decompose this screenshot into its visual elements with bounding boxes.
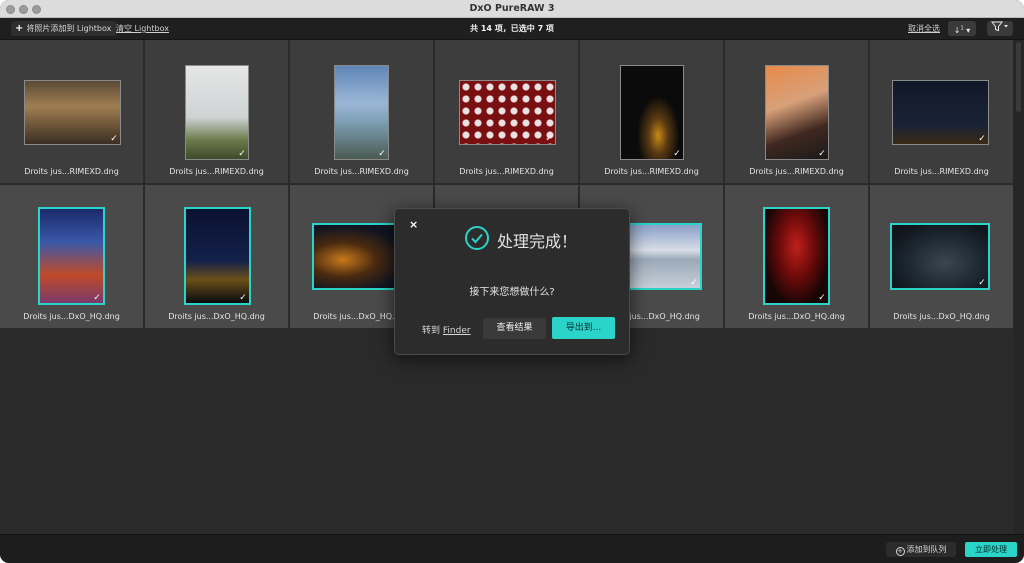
view-results-button[interactable]: 查看结果 bbox=[483, 318, 546, 339]
finder-label: Finder bbox=[442, 326, 471, 336]
file-name: Droits jus...DxO_HQ.dng bbox=[168, 312, 265, 321]
check-icon: ✓ bbox=[110, 134, 118, 144]
filter-icon bbox=[990, 21, 1009, 34]
file-name: Droits jus...RIMEXD.dng bbox=[894, 167, 989, 176]
deselect-all-link[interactable]: 取消全选 bbox=[908, 21, 940, 36]
add-to-queue-button[interactable]: + 添加到队列 bbox=[886, 542, 956, 557]
processing-complete-dialog: × 处理完成！ 接下来您想做什么? 转到 Finder 查看结果 导出到... bbox=[394, 208, 630, 355]
photo-thumbnail: ✓ bbox=[184, 207, 251, 305]
export-to-button[interactable]: 导出到... bbox=[552, 317, 615, 339]
photo-thumbnail: ✓ bbox=[763, 207, 830, 305]
file-name: Droits jus...DxO_HQ.dng bbox=[893, 312, 990, 321]
photo-thumbnail: ✓ bbox=[24, 80, 121, 145]
photo-thumbnail: ✓ bbox=[892, 80, 989, 145]
check-icon: ✓ bbox=[378, 149, 386, 159]
thumbnail-cell[interactable]: ✓ Droits jus...RIMEXD.dng bbox=[435, 40, 579, 184]
app-window: DxO PureRAW 3 + 将照片添加到 Lightbox 清空 Lightb… bbox=[0, 0, 1024, 563]
dialog-title: 处理完成！ bbox=[497, 232, 578, 251]
close-icon[interactable]: × bbox=[409, 218, 418, 231]
photo-thumbnail: ✓ bbox=[334, 65, 389, 160]
photo-thumbnail: ✓ bbox=[185, 65, 249, 160]
plus-circle-icon: + bbox=[895, 547, 905, 556]
add-to-queue-label: 添加到队列 bbox=[906, 545, 947, 554]
selection-count: 共 14 项，已选中 7 项 bbox=[470, 24, 554, 33]
thumbnail-cell[interactable]: ✓ Droits jus...RIMEXD.dng bbox=[580, 40, 724, 184]
thumbnail-cell[interactable]: ✓ Droits jus...RIMEXD.dng bbox=[290, 40, 434, 184]
check-icon: ✓ bbox=[978, 134, 986, 144]
file-name: Droits jus...DxO_HQ.dng bbox=[748, 312, 845, 321]
check-icon: ✓ bbox=[239, 293, 247, 303]
go-to-finder-link[interactable]: 转到 Finder bbox=[422, 323, 471, 336]
file-name: Droits jus...RIMEXD.dng bbox=[24, 167, 119, 176]
vertical-scrollbar[interactable] bbox=[1013, 40, 1024, 534]
process-now-button[interactable]: 立即处理 bbox=[965, 542, 1017, 557]
check-icon: ✓ bbox=[690, 278, 698, 288]
toolbar: + 将照片添加到 Lightbox 清空 Lightbox 共 14 项，已选中 … bbox=[0, 18, 1024, 40]
title-bar: DxO PureRAW 3 bbox=[0, 0, 1024, 18]
sort-button[interactable]: ↓1 ▾ bbox=[948, 21, 976, 36]
file-name: Droits jus...RIMEXD.dng bbox=[169, 167, 264, 176]
thumbnail-cell[interactable]: ✓ Droits jus...RIMEXD.dng bbox=[145, 40, 289, 184]
sort-icon: ↓1 ▾ bbox=[953, 25, 971, 35]
bottom-bar: + 添加到队列 立即处理 bbox=[0, 534, 1024, 563]
thumbnail-cell[interactable]: ✓ Droits jus...DxO_HQ.dng bbox=[0, 185, 144, 329]
scrollbar-thumb[interactable] bbox=[1016, 42, 1021, 112]
photo-thumbnail: ✓ bbox=[38, 207, 105, 305]
photo-thumbnail: ✓ bbox=[765, 65, 829, 160]
check-icon: ✓ bbox=[978, 278, 986, 288]
check-icon: ✓ bbox=[673, 149, 681, 159]
photo-thumbnail: ✓ bbox=[620, 65, 684, 160]
check-icon: ✓ bbox=[818, 149, 826, 159]
dialog-question: 接下来您想做什么? bbox=[469, 287, 555, 298]
window-title: DxO PureRAW 3 bbox=[469, 3, 555, 14]
file-name: Droits jus...RIMEXD.dng bbox=[749, 167, 844, 176]
filter-button[interactable] bbox=[987, 21, 1013, 36]
check-icon: ✓ bbox=[93, 293, 101, 303]
thumbnail-cell[interactable]: ✓ Droits jus...RIMEXD.dng bbox=[870, 40, 1014, 184]
thumbnail-cell[interactable]: ✓ Droits jus...RIMEXD.dng bbox=[725, 40, 869, 184]
finder-prefix: 转到 bbox=[422, 326, 443, 336]
photo-thumbnail: ✓ bbox=[890, 223, 990, 290]
checkmark-circle-icon bbox=[465, 226, 489, 250]
check-icon: ✓ bbox=[238, 149, 246, 159]
file-name: Droits jus...RIMEXD.dng bbox=[459, 167, 554, 176]
file-name: Droits jus...RIMEXD.dng bbox=[604, 167, 699, 176]
file-name: Droits jus...DxO_HQ.dng bbox=[23, 312, 120, 321]
check-icon: ✓ bbox=[818, 293, 826, 303]
check-icon: ✓ bbox=[545, 134, 553, 144]
photo-thumbnail: ✓ bbox=[459, 80, 556, 145]
thumbnail-cell[interactable]: ✓ Droits jus...RIMEXD.dng bbox=[0, 40, 144, 184]
file-name: Droits jus...RIMEXD.dng bbox=[314, 167, 409, 176]
thumbnail-cell[interactable]: ✓ Droits jus...DxO_HQ.dng bbox=[145, 185, 289, 329]
thumbnail-cell[interactable]: ✓ Droits jus...DxO_HQ.dng bbox=[725, 185, 869, 329]
thumbnail-cell[interactable]: ✓ Droits jus...DxO_HQ.dng bbox=[870, 185, 1014, 329]
